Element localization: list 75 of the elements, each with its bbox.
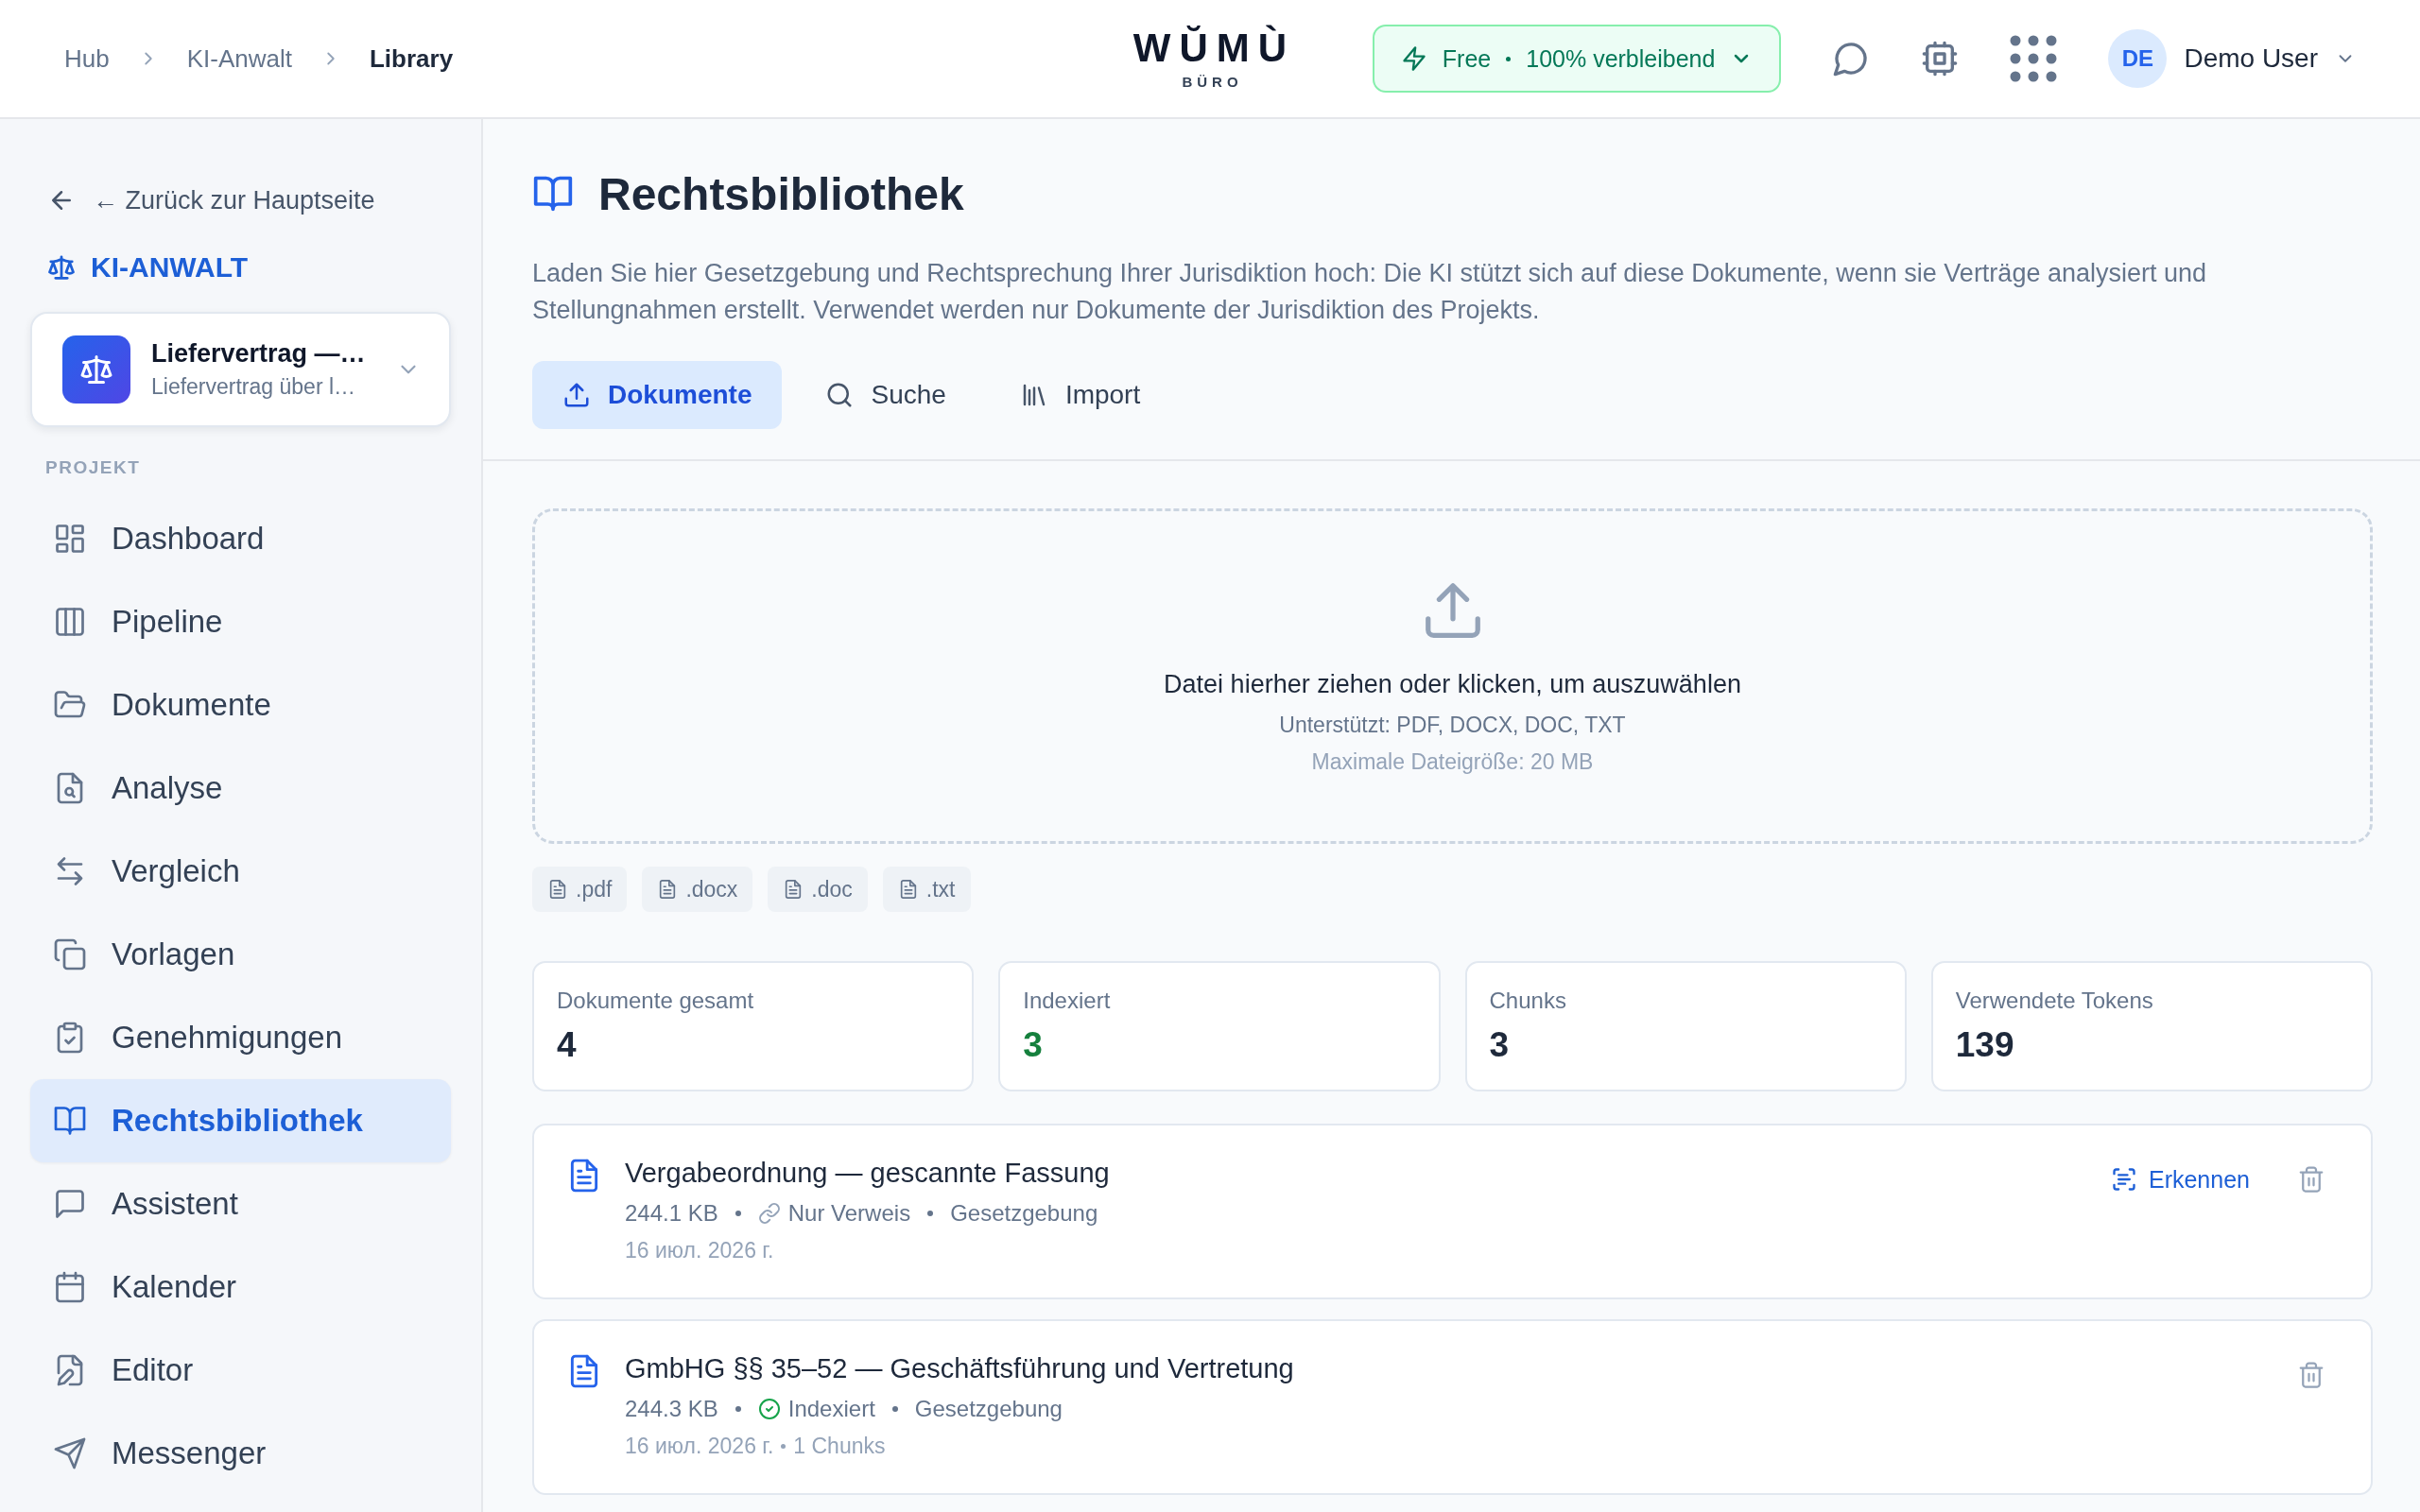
stat-value: 3 [1489,1025,1511,1065]
sidebar-item[interactable]: Pipeline [30,580,451,663]
sidebar-item[interactable]: Vorlagen [30,913,451,996]
chat-icon [53,1187,87,1221]
stat-label: Dokumente gesamt [557,988,755,1014]
sidebar-item[interactable]: Vergleich [30,830,451,913]
chunk-count: 1 Chunks [793,1434,886,1459]
trash-icon[interactable] [2297,1165,2325,1194]
max-file-size: Maximale Dateigröße: 20 MB [1311,749,1594,775]
document-title: GmbHG §§ 35–52 — Geschäftsführung und Vertretung [625,1353,1295,1384]
app-title: KI-ANWALT [91,251,249,284]
status-label: Nur Verweis [787,1200,911,1227]
sidebar-item[interactable]: Dokumente [30,663,451,747]
sidebar-item[interactable]: Messenger [30,1412,451,1495]
check-circle-icon [757,1398,781,1420]
status-label: Indexiert [787,1396,875,1422]
sidebar-item[interactable]: Kalender [30,1246,451,1329]
tab[interactable]: Dokumente [532,361,783,429]
breadcrumb-link[interactable]: Library [369,43,454,74]
file-extension: .pdf [576,876,613,902]
lightning-icon [1400,45,1427,72]
user-menu-button[interactable]: DE Demo User [2108,29,2356,88]
file-extension: .doc [811,876,853,902]
sidebar-item[interactable]: Rechtsbibliothek [30,1079,451,1162]
tab[interactable]: Suche [795,361,977,429]
logo-subtitle: BÜRO [1181,73,1243,90]
upload-date: 16 июл. 2026 г. [625,1238,774,1263]
file-size: 244.1 KB [625,1200,718,1227]
document-title: Vergabeordnung — gescannte Fassung [625,1158,1111,1189]
back-link[interactable]: ← Zurück zur Hauptseite [30,176,451,225]
chip-icon[interactable] [1921,40,1960,77]
link-icon [757,1202,781,1225]
category-label: Gesetzgebung [914,1396,1063,1422]
send-icon [53,1436,87,1470]
plan-button[interactable]: Free 100% verbleibend [1372,25,1782,93]
stat-value: 4 [557,1025,578,1065]
stat-value: 139 [1955,1025,2015,1065]
sidebar-item[interactable]: Genehmigungen [30,996,451,1079]
breadcrumb-link[interactable]: Hub [64,43,110,74]
columns-icon [53,605,87,639]
sidebar-item[interactable]: Editor [30,1329,451,1412]
avatar: DE [2108,29,2168,88]
page-description: Laden Sie hier Gesetzgebung und Rechtsprechung Ihrer Jurisdiktion hoch: Die KI stützt sich auf diese Dokumente, wenn sie Verträge analysiert und Stellungnahmen erstellt. Verwendet werden nur Dokumente der Jurisdiktion des Projekts. [532,258,2208,326]
grid-icon [53,522,87,556]
scan-text-icon [2110,1166,2137,1193]
scales-icon [79,352,113,387]
stat-label: Verwendete Tokens [1955,988,2154,1014]
book-icon [53,1104,87,1138]
category-label: Gesetzgebung [950,1200,1098,1227]
project-switcher[interactable]: Liefervertrag —… Liefervertrag über l… [30,312,451,427]
file-extension: .docx [685,876,738,902]
section-label: PROJEKT [44,457,142,478]
stat-label: Chunks [1489,988,1567,1014]
scales-icon [47,253,76,282]
sidebar-item[interactable]: Analyse [30,747,451,830]
stat-label: Indexiert [1023,988,1112,1014]
files-icon [53,937,87,971]
upload-prompt: Datei hierher ziehen oder klicken, um auszuwählen [1164,670,1741,699]
calendar-icon [53,1270,87,1304]
document-icon [547,879,568,900]
trash-icon[interactable] [2297,1361,2325,1389]
apps-grid-icon[interactable] [2010,35,2058,82]
upload-date: 16 июл. 2026 г. [625,1434,774,1459]
upload-icon [562,381,591,409]
stat-value: 3 [1023,1025,1044,1065]
breadcrumb-link[interactable]: KI-Anwalt [186,43,292,74]
sidebar-item[interactable]: Dashboard [30,497,451,580]
tab[interactable]: Import [989,361,1171,429]
file-extension: .txt [925,876,956,902]
file-size: 244.3 KB [625,1396,718,1422]
recognize-button[interactable]: Erkennen [2110,1165,2250,1194]
upload-dropzone[interactable]: Datei hierher ziehen oder klicken, um auszuwählen Unterstützt: PDF, DOCX, DOC, TXT Maximale Dateigröße: 20 MB [532,508,2373,844]
page-title: Rechtsbibliothek [598,167,964,220]
sidebar-item[interactable]: Assistent [30,1162,451,1246]
supported-formats: Unterstützt: PDF, DOCX, DOC, TXT [1279,713,1626,738]
